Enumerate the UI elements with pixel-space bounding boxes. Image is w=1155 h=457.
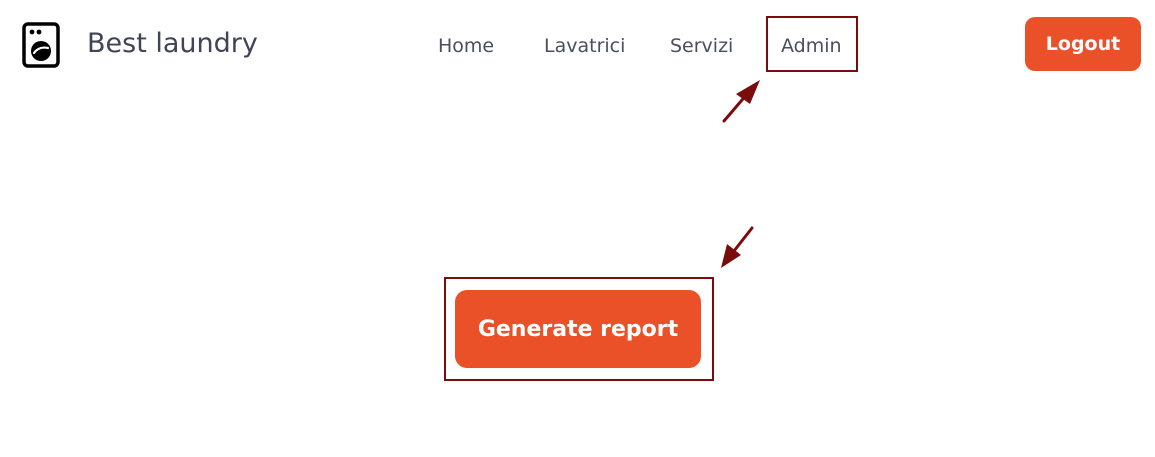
nav-link-servizi[interactable]: Servizi: [670, 32, 733, 60]
arrow-icon: [721, 226, 754, 268]
admin-highlight-box: [766, 16, 858, 72]
report-highlight-box: [444, 277, 714, 381]
nav-link-home[interactable]: Home: [438, 32, 494, 60]
main-nav: Home Lavatrici Servizi Admin: [0, 32, 1155, 62]
nav-link-lavatrici[interactable]: Lavatrici: [544, 32, 625, 60]
logout-button[interactable]: Logout: [1025, 17, 1141, 71]
top-navbar: Best laundry Home Lavatrici Servizi Admi…: [0, 0, 1155, 92]
